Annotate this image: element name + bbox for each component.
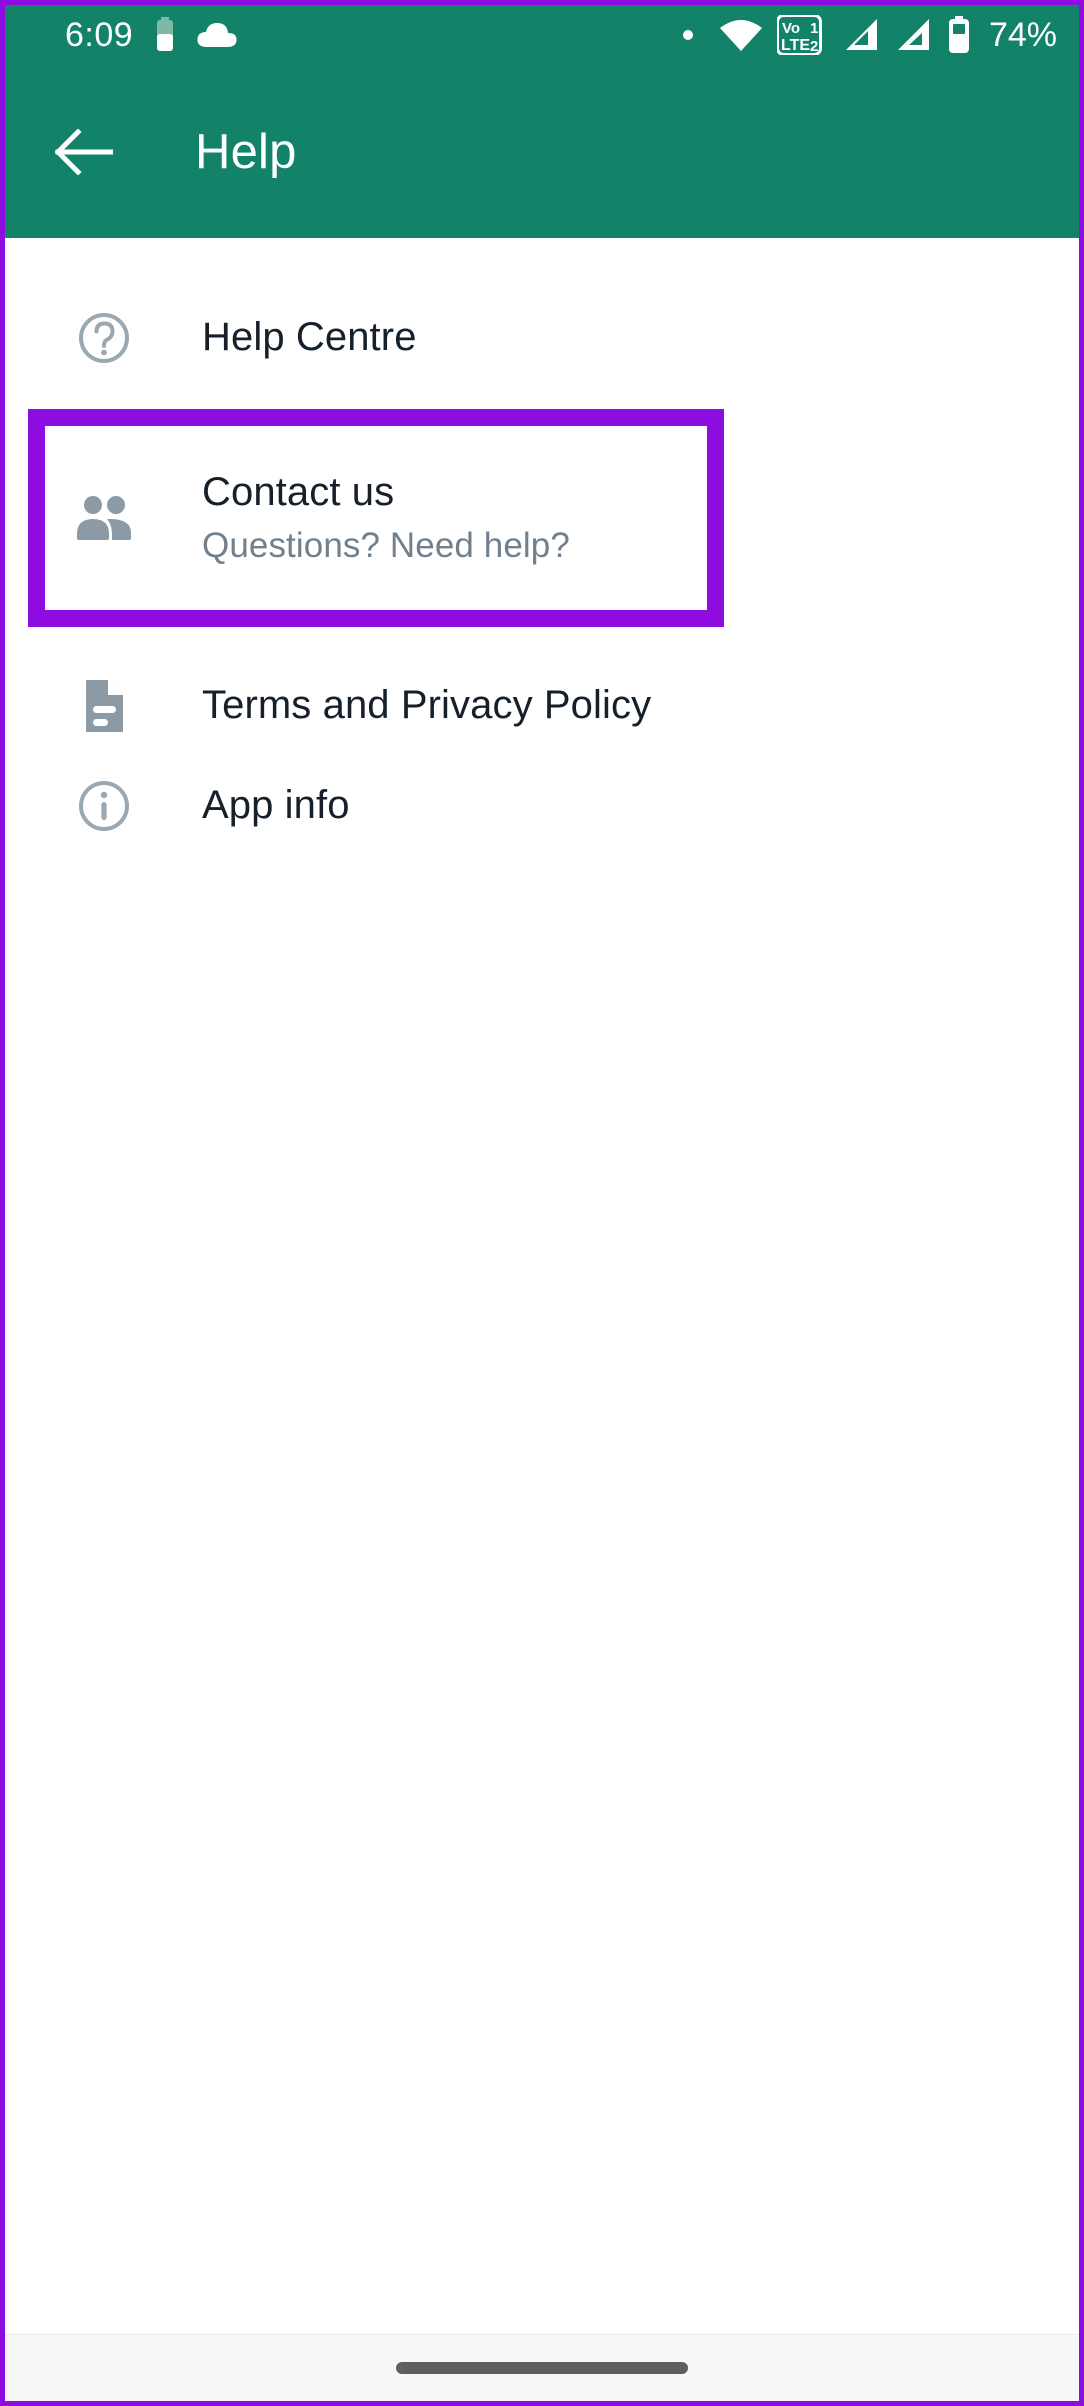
- info-circle-icon: [75, 777, 133, 835]
- list-item-title: Contact us: [202, 469, 395, 514]
- cloud-icon: [197, 22, 237, 48]
- battery-saver-icon: [155, 17, 175, 53]
- list-item-terms-and-privacy-policy[interactable]: Terms and Privacy Policy: [5, 658, 1079, 754]
- list-item-text-app-info: App info: [202, 782, 350, 829]
- list-item-contact-us[interactable]: Contact us Questions? Need help?: [5, 409, 1079, 627]
- help-menu-list: Help Centre Contact us Questions? Need h…: [5, 238, 1079, 2401]
- svg-text:1: 1: [810, 20, 818, 37]
- list-item-text-contact-us: Contact us Questions? Need help?: [202, 469, 570, 567]
- list-item-help-centre[interactable]: Help Centre: [5, 290, 1079, 386]
- wifi-icon: [719, 18, 763, 52]
- dot-indicator-icon: [682, 30, 693, 40]
- list-item-title: App info: [202, 783, 350, 828]
- arrow-back-icon: [55, 128, 113, 175]
- help-circle-icon: [75, 309, 133, 367]
- list-item-title: Terms and Privacy Policy: [202, 683, 652, 728]
- list-item-subtitle: Questions? Need help?: [202, 526, 570, 566]
- list-item-title: Help Centre: [202, 315, 417, 360]
- list-item-app-info[interactable]: App info: [5, 758, 1079, 854]
- phone-screenshot: 6:09 Vo LTE 1 2 74% Help Help Centre Con…: [0, 0, 1084, 2406]
- status-bar-right: Vo LTE 1 2 74%: [682, 15, 1057, 55]
- svg-text:Vo: Vo: [782, 20, 800, 37]
- app-bar: Help: [5, 65, 1079, 238]
- people-icon: [75, 489, 133, 547]
- volte-sim1-icon: Vo LTE 1 2: [776, 15, 829, 55]
- status-bar-left: 6:09: [65, 17, 237, 53]
- back-button[interactable]: [53, 121, 115, 183]
- page-title: Help: [195, 124, 297, 179]
- system-navigation-bar: [5, 2335, 1079, 2401]
- home-gesture-pill[interactable]: [396, 2362, 688, 2374]
- document-icon: [75, 677, 133, 735]
- list-item-text-help-centre: Help Centre: [202, 314, 417, 361]
- battery-percent-label: 74%: [988, 16, 1057, 54]
- signal-sim2-icon: [895, 18, 933, 52]
- status-clock: 6:09: [65, 16, 134, 54]
- signal-sim1-icon: [843, 18, 881, 52]
- status-bar: 6:09 Vo LTE 1 2 74%: [5, 5, 1079, 65]
- svg-text:LTE: LTE: [781, 37, 810, 54]
- battery-icon: [947, 16, 971, 54]
- list-item-text-terms: Terms and Privacy Policy: [202, 682, 651, 729]
- svg-text:2: 2: [810, 38, 818, 55]
